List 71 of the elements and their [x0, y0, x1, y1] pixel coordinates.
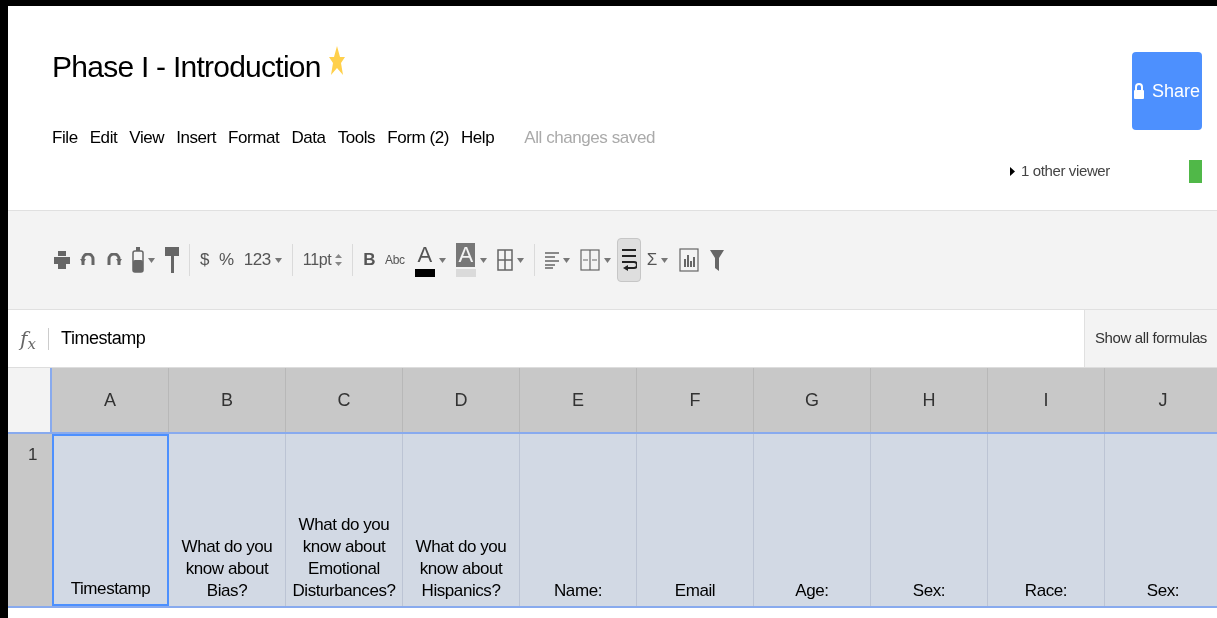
- caret-icon: [516, 257, 524, 263]
- document-title: Phase I - Introduction: [52, 49, 321, 85]
- column-header[interactable]: D: [403, 368, 520, 432]
- column-header[interactable]: G: [754, 368, 871, 432]
- table-cell[interactable]: Age:: [754, 434, 871, 606]
- chart-icon: [677, 247, 700, 273]
- formula-label: f$_{x}$: [17, 325, 37, 354]
- formula-input[interactable]: Timestamp: [49, 325, 1084, 352]
- font-size-button[interactable]: 11pt: [298, 238, 347, 282]
- column-header[interactable]: H: [871, 368, 988, 432]
- show-formulas-button[interactable]: Show all formulas: [1084, 310, 1217, 367]
- filter-icon: [709, 249, 724, 271]
- save-status: All changes saved: [524, 127, 655, 149]
- format-tool-button[interactable]: $: [196, 238, 214, 282]
- borders-icon: [496, 249, 513, 271]
- caret-icon: [438, 257, 446, 263]
- bold-button[interactable]: B: [359, 238, 380, 282]
- menu-item[interactable]: Form (2): [387, 125, 449, 151]
- merge-cells-icon: [579, 249, 600, 271]
- column-header[interactable]: F: [637, 368, 754, 432]
- menu-item[interactable]: File: [52, 125, 78, 151]
- table-cell[interactable]: What do you know about Emotional Disturbances?: [286, 434, 403, 606]
- strikethrough-button[interactable]: Abc: [381, 238, 409, 282]
- column-header[interactable]: C: [286, 368, 403, 432]
- menu-item[interactable]: Tools: [337, 125, 376, 151]
- table-cell[interactable]: What do you know about Bias?: [169, 434, 286, 606]
- table-cell[interactable]: What do you know about Hispanics?: [403, 434, 520, 606]
- format-tool-button[interactable]: %: [215, 238, 238, 282]
- caret-icon: [660, 257, 668, 263]
- viewers-toggle[interactable]: 1 other viewer: [1010, 160, 1110, 183]
- paint-roller-icon: [165, 247, 179, 273]
- menu-item[interactable]: Insert: [176, 125, 217, 151]
- column-header[interactable]: B: [169, 368, 286, 432]
- menu-item[interactable]: Help: [460, 125, 495, 151]
- viewer-indicator: [1189, 160, 1202, 183]
- column-header[interactable]: E: [520, 368, 637, 432]
- caret-icon: [479, 257, 487, 263]
- caret-icon: [274, 257, 282, 263]
- expand-arrow-icon: [1010, 167, 1015, 176]
- undo-icon: [80, 253, 96, 267]
- menu-item[interactable]: Format: [228, 125, 280, 151]
- text-color-button[interactable]: A: [410, 238, 450, 282]
- wrap-tool-button[interactable]: [616, 238, 641, 282]
- column-header[interactable]: I: [988, 368, 1105, 432]
- corner-cell[interactable]: [8, 368, 52, 432]
- format-tool-button[interactable]: 123: [239, 238, 286, 282]
- row-header[interactable]: 1: [8, 434, 52, 606]
- table-cell[interactable]: Sex:: [1105, 434, 1217, 606]
- column-header[interactable]: A: [52, 368, 169, 432]
- wrap-text-icon: [620, 247, 637, 273]
- redo-icon: [106, 253, 122, 267]
- print-icon: [54, 251, 70, 269]
- table-cell[interactable]: Email: [637, 434, 754, 606]
- caret-icon: [603, 257, 611, 263]
- caret-icon: [562, 257, 570, 263]
- fill-color-button[interactable]: A: [451, 238, 491, 282]
- spinner-icon: [335, 253, 343, 267]
- paint-bucket-icon: [132, 247, 144, 273]
- align-left-icon: [544, 251, 559, 269]
- table-cell[interactable]: Name:: [520, 434, 637, 606]
- column-header[interactable]: J: [1105, 368, 1217, 432]
- table-cell[interactable]: Timestamp: [52, 434, 169, 606]
- lock-icon: [1133, 83, 1144, 99]
- star-icon[interactable]: [328, 46, 345, 76]
- caret-icon: [148, 257, 155, 263]
- menu-item[interactable]: Edit: [89, 125, 118, 151]
- menu-item[interactable]: Data: [291, 125, 326, 151]
- table-cell[interactable]: Race:: [988, 434, 1105, 606]
- menu-item[interactable]: View: [129, 125, 165, 151]
- table-cell[interactable]: Sex:: [871, 434, 988, 606]
- format-tool-button[interactable]: Σ: [642, 238, 672, 282]
